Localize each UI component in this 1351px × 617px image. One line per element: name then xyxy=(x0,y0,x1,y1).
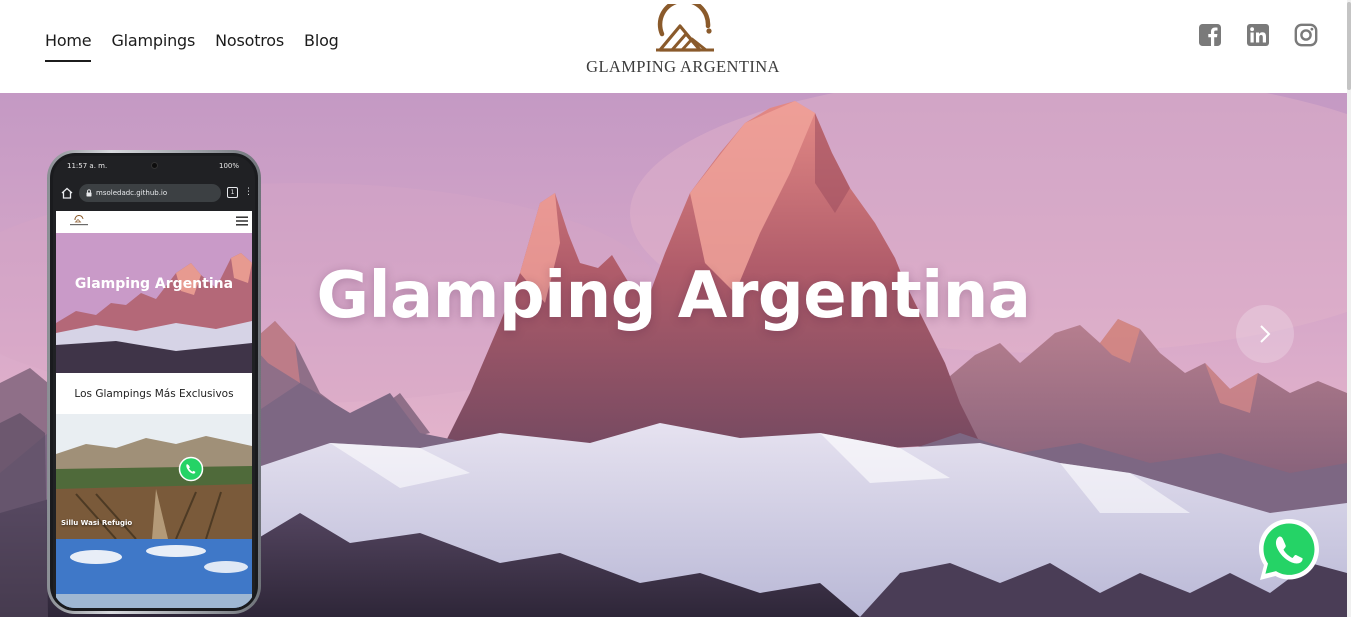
sky-card[interactable] xyxy=(56,539,252,608)
whatsapp-icon xyxy=(1259,519,1319,580)
brand-logo[interactable]: GLAMPING ARGENTINA xyxy=(570,4,796,78)
glamping-card[interactable]: Sillu Wasi Refugio xyxy=(56,414,252,539)
url-text: msoledadc.github.io xyxy=(96,188,168,197)
mobile-hero: Glamping Argentina xyxy=(56,233,252,373)
instagram-icon xyxy=(1294,23,1318,47)
nav-home-link[interactable]: Home xyxy=(45,31,92,62)
page-scrollbar[interactable] xyxy=(1347,0,1351,617)
front-camera xyxy=(151,162,158,169)
tab-count-icon: 1 xyxy=(227,187,238,198)
facebook-link[interactable] xyxy=(1198,23,1222,47)
mini-mountain-image xyxy=(56,233,252,373)
instagram-link[interactable] xyxy=(1294,23,1318,47)
more-vert-icon: ⋮ xyxy=(244,187,253,197)
nav-nosotros-link[interactable]: Nosotros xyxy=(215,31,284,62)
mini-whatsapp-icon xyxy=(178,456,204,482)
status-time: 11:57 a. m. xyxy=(67,162,108,170)
linkedin-link[interactable] xyxy=(1246,23,1270,47)
facebook-icon xyxy=(1199,24,1221,46)
brand-name: GLAMPING ARGENTINA xyxy=(586,57,780,76)
mobile-site-preview: Glamping Argentina Los Glampings Más Exc… xyxy=(56,211,252,608)
url-bar: msoledadc.github.io xyxy=(79,183,221,202)
card-title: Sillu Wasi Refugio xyxy=(61,519,133,527)
carousel-next-button[interactable] xyxy=(1236,305,1294,363)
mobile-header xyxy=(56,211,252,233)
scrollbar-thumb[interactable] xyxy=(1347,2,1351,90)
social-links xyxy=(1198,23,1318,47)
chevron-right-icon xyxy=(1260,325,1271,343)
nav-blog-link[interactable]: Blog xyxy=(304,31,339,62)
site-header: Home Glampings Nosotros Blog GLAMPING AR… xyxy=(0,0,1351,93)
hamburger-menu-icon xyxy=(236,216,248,226)
home-icon xyxy=(61,187,73,199)
browser-toolbar: msoledadc.github.io 1 ⋮ xyxy=(53,180,255,205)
status-battery: 100% xyxy=(218,162,239,170)
nav-glampings-link[interactable]: Glampings xyxy=(111,31,195,62)
lock-icon xyxy=(86,188,92,196)
phone-screen: 11:57 a. m. 100% msoledadc.github.io 1 ⋮ xyxy=(53,156,255,608)
mobile-caption: Los Glampings Más Exclusivos xyxy=(56,373,252,414)
tent-logo-icon xyxy=(656,4,714,52)
linkedin-icon xyxy=(1247,24,1269,46)
phone-mockup: 11:57 a. m. 100% msoledadc.github.io 1 ⋮ xyxy=(47,150,261,614)
main-nav: Home Glampings Nosotros Blog xyxy=(45,31,339,62)
mobile-hero-title: Glamping Argentina xyxy=(74,276,234,292)
mini-logo-icon xyxy=(70,215,88,226)
sky-image xyxy=(56,539,252,608)
